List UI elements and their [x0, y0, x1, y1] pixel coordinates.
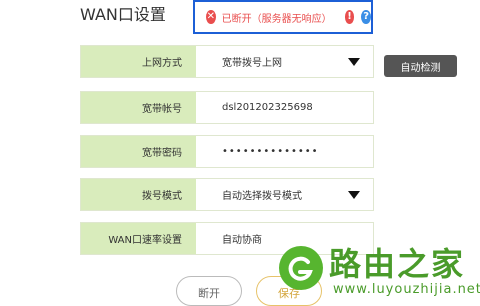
status-text: 已断开（服务器无响应） [221, 13, 332, 25]
connection-status: ✕ 已断开（服务器无响应） ! ? [193, 0, 373, 34]
connection-type-row[interactable]: 上网方式 宽带拨号上网 [80, 45, 374, 78]
wan-speed-value: 自动协商 [222, 235, 262, 246]
disconnect-button[interactable]: 断开 [176, 276, 242, 306]
help-icon[interactable]: ? [361, 10, 372, 24]
page-title: WAN口设置 [80, 5, 166, 24]
wan-speed-label: WAN口速率设置 [81, 223, 196, 254]
auto-detect-button[interactable]: 自动检测 [384, 55, 457, 77]
connection-type-value: 宽带拨号上网 [222, 58, 282, 69]
account-row: 宽带帐号 dsl201202325698 [80, 91, 374, 124]
connection-type-label: 上网方式 [81, 46, 196, 77]
chevron-down-icon[interactable] [348, 190, 360, 199]
dial-mode-select[interactable]: 自动选择拨号模式 [196, 179, 373, 210]
close-circle-icon: ✕ [206, 10, 216, 24]
password-label: 宽带密码 [81, 136, 196, 167]
watermark-url: www.luyouzhijia.net [333, 282, 480, 297]
dial-mode-row[interactable]: 拨号模式 自动选择拨号模式 [80, 178, 374, 211]
watermark: 路由之家 www.luyouzhijia.net [273, 240, 480, 300]
brand-logo-icon [279, 246, 323, 290]
alert-icon: ! [344, 10, 355, 24]
connection-type-select[interactable]: 宽带拨号上网 [196, 46, 373, 77]
dial-mode-value: 自动选择拨号模式 [222, 191, 302, 202]
chevron-down-icon[interactable] [348, 57, 360, 66]
dial-mode-label: 拨号模式 [81, 179, 196, 210]
password-input[interactable]: •••••••••••••• [196, 136, 373, 167]
account-input[interactable]: dsl201202325698 [196, 92, 373, 123]
watermark-brand: 路由之家 [329, 245, 466, 283]
account-label: 宽带帐号 [81, 92, 196, 123]
password-row: 宽带密码 •••••••••••••• [80, 135, 374, 168]
